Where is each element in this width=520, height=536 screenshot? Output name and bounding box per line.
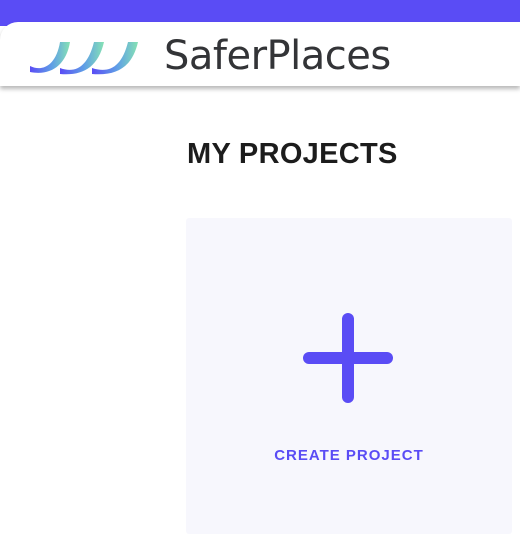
create-project-label: CREATE PROJECT — [274, 447, 424, 464]
plus-icon — [303, 313, 393, 403]
page-title: MY PROJECTS — [187, 138, 398, 170]
wave-logo-icon — [30, 42, 138, 75]
app-logo[interactable]: SaferPlaces — [26, 34, 391, 78]
brand-name: SaferPlaces — [164, 33, 391, 79]
create-project-card[interactable]: CREATE PROJECT — [186, 218, 512, 534]
app-header: SaferPlaces — [0, 22, 520, 86]
